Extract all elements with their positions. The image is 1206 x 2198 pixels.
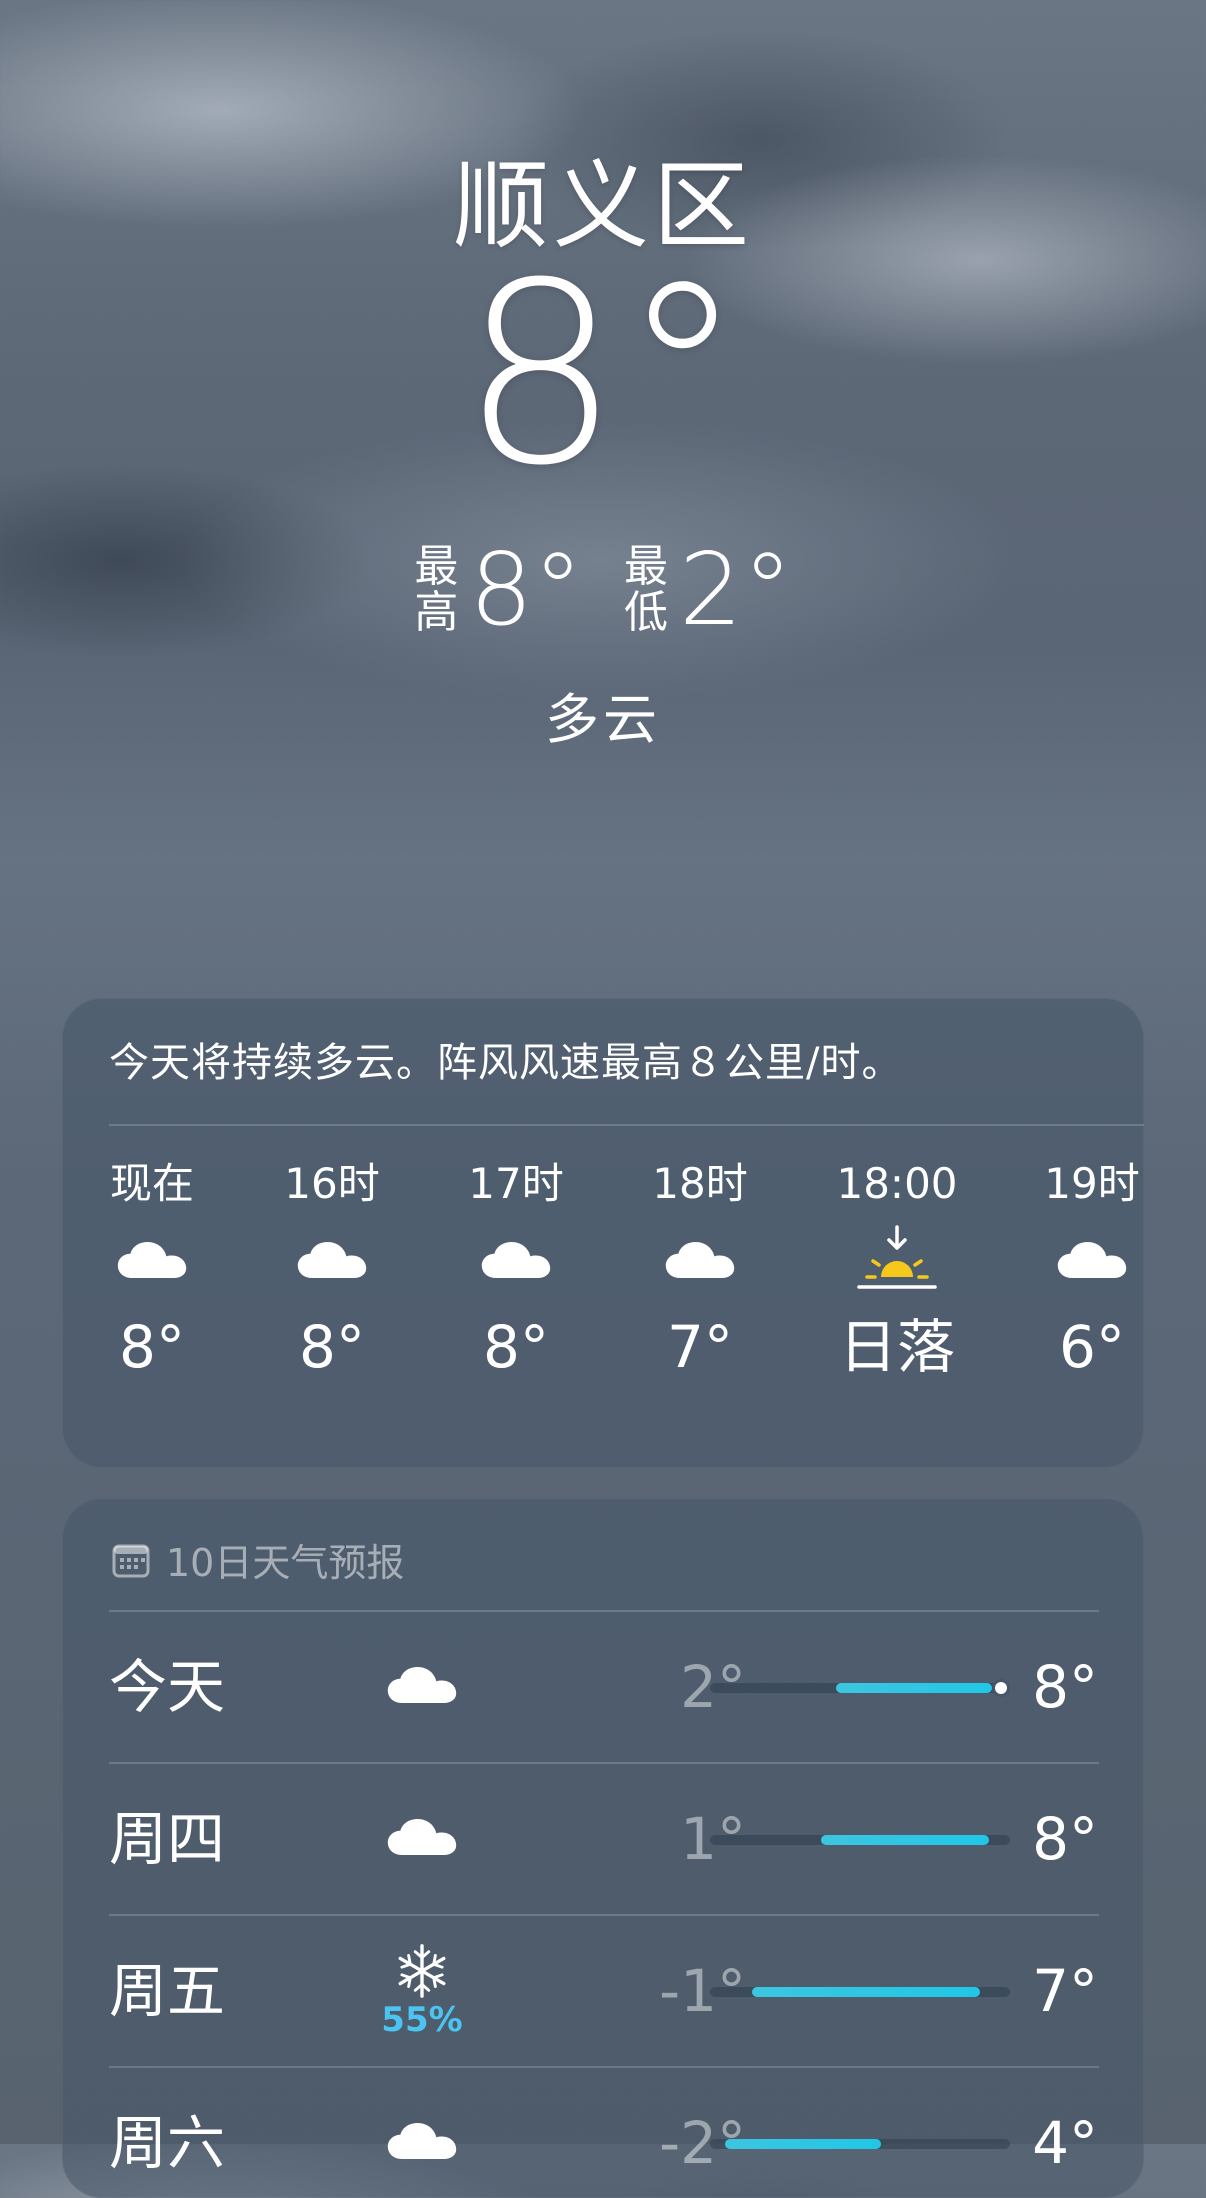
day-name: 周四: [109, 1805, 226, 1873]
hourly-value: 6°: [1059, 1313, 1125, 1381]
daily-row[interactable]: 周五 55% -1° 7°: [62, 1916, 1144, 2066]
hourly-time: 18:00: [836, 1159, 958, 1208]
temperature-range-fill: [725, 2139, 881, 2149]
daily-row[interactable]: 周六 -2° 4°: [62, 2068, 1144, 2198]
daily-forecast-header: 10日天气预报: [112, 1532, 404, 1587]
cloud-icon: [386, 1817, 458, 1861]
hourly-value: 8°: [119, 1313, 185, 1381]
hourly-time: 17时: [468, 1159, 564, 1208]
current-temperature: 8°: [460, 229, 746, 520]
temperature-range-fill: [752, 1987, 980, 1997]
hourly-value: 8°: [483, 1313, 549, 1381]
calendar-icon: [112, 1544, 150, 1577]
daily-row[interactable]: 今天 2° 8°: [62, 1612, 1144, 1762]
day-high-temperature: 8°: [1032, 1653, 1098, 1721]
current-temperature-dot: [995, 1682, 1007, 1694]
hourly-forecast-card[interactable]: 今天将持续多云。阵风风速最高８公里/时。 现在 8° 16时 8° 17时 8° 18时 7°…: [62, 998, 1144, 1468]
hourly-item: 17时 8°: [446, 1158, 586, 1384]
hourly-item: 18时 7°: [630, 1158, 770, 1384]
low-label: 最低: [624, 541, 668, 638]
temperature-range-fill: [821, 1835, 989, 1845]
hourly-time: 19时: [1044, 1159, 1140, 1208]
temperature-range-bar: [710, 1682, 1010, 1694]
high-value: 8°: [469, 531, 583, 648]
cloud-icon: [630, 1210, 770, 1310]
temperature-range-fill: [836, 1683, 992, 1693]
snowflake-icon: [393, 1942, 451, 2004]
hourly-value: 8°: [299, 1313, 365, 1381]
precipitation-chance: 55%: [381, 2000, 463, 2040]
hourly-item: 16时 8°: [262, 1158, 402, 1384]
daily-forecast-card[interactable]: 10日天气预报 今天 2° 8° 周四 1° 8° 周五 55% -1° 7° 周六 -2° 4°: [62, 1498, 1144, 2198]
low-value: 2°: [679, 531, 793, 648]
high-temperature: 最高 8°: [413, 540, 583, 640]
cloud-icon: [386, 2121, 458, 2165]
day-high-temperature: 8°: [1032, 1805, 1098, 1873]
divider: [109, 1124, 1144, 1126]
day-name: 周五: [109, 1957, 226, 2025]
cloud-icon: [446, 1210, 586, 1310]
daily-forecast-title: 10日天气预报: [166, 1541, 405, 1585]
condition-text: 多云: [545, 688, 661, 751]
day-name: 周六: [109, 2109, 226, 2177]
day-name: 今天: [109, 1653, 226, 1721]
cloud-icon: [1022, 1210, 1144, 1310]
cloud-icon: [82, 1210, 222, 1310]
day-icon-wrap: [362, 1612, 482, 1762]
hourly-time: 现在: [109, 1159, 194, 1208]
day-high-temperature: 4°: [1032, 2109, 1098, 2177]
hourly-time: 16时: [284, 1159, 380, 1208]
hourly-item: 18:00 日落: [827, 1158, 967, 1384]
high-low-row: 最高 8° 最低 2°: [0, 540, 1206, 640]
hourly-item: 19时 6°: [1022, 1158, 1144, 1384]
temperature-range-bar: [710, 1987, 1010, 1997]
hourly-value: 日落: [838, 1313, 955, 1381]
high-label: 最高: [414, 541, 459, 638]
sunset-icon: [827, 1210, 967, 1310]
day-low-temperature: -2°: [659, 2109, 746, 2177]
day-icon-wrap: [362, 1764, 482, 1914]
temperature-range-bar: [710, 1835, 1010, 1845]
day-high-temperature: 7°: [1032, 1957, 1098, 2025]
day-icon-wrap: [362, 2068, 482, 2198]
hourly-item: 现在 8°: [82, 1158, 222, 1384]
temperature-range-bar: [710, 2139, 1010, 2149]
hourly-summary: 今天将持续多云。阵风风速最高８公里/时。: [109, 1040, 903, 1086]
cloud-icon: [386, 1665, 458, 1709]
cloud-icon: [262, 1210, 402, 1310]
daily-row[interactable]: 周四 1° 8°: [62, 1764, 1144, 1914]
hourly-time: 18时: [652, 1159, 748, 1208]
low-temperature: 最低 2°: [623, 540, 793, 640]
hourly-value: 7°: [667, 1313, 733, 1381]
day-icon-wrap: 55%: [362, 1916, 482, 2066]
